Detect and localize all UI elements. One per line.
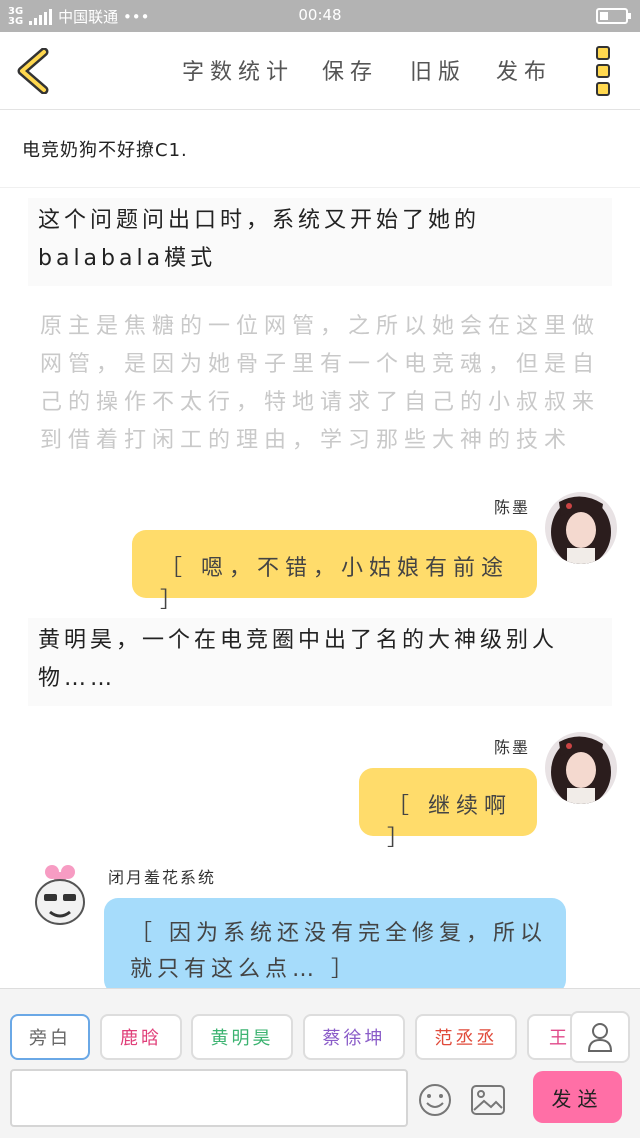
faded-line: 己的操作不太行，特地请求了自己的小叔叔来: [40, 390, 601, 415]
battery-icon: [596, 8, 631, 24]
status-bar: 3G 3G 中国联通 ••• 00:48: [0, 0, 640, 32]
story-title: 电竞奶狗不好撩C1.: [22, 140, 188, 161]
character-chip-caixukun[interactable]: 蔡徐坤: [303, 1014, 405, 1060]
character-chip-label: 旁白: [29, 1028, 71, 1049]
faded-line: 原主是焦糖的一位网管，之所以她会在这里做: [40, 314, 601, 339]
message-text: ［ 嗯，不错，小姑娘有前途 ］: [160, 556, 509, 613]
message-line: ［ 因为系统还没有完全修复，所以: [130, 921, 547, 946]
more-dot-icon: [596, 46, 610, 60]
narration-line: 黄明昊，一个在电竞圈中出了名的大神级别人: [38, 628, 559, 653]
faded-paragraph: 原主是焦糖的一位网管，之所以她会在这里做 网管，是因为她骨子里有一个电竞魂，但是…: [40, 308, 610, 460]
save-button[interactable]: 保存: [322, 54, 378, 86]
narration-line: 物……: [38, 666, 117, 691]
message-input[interactable]: [10, 1069, 408, 1127]
faded-line: 到借着打闲工的理由，学习那些大神的技术: [40, 428, 573, 453]
more-dot-icon: [596, 64, 610, 78]
user-icon: [587, 1023, 613, 1052]
user-button[interactable]: [570, 1011, 630, 1063]
more-dot-icon: [596, 82, 610, 96]
word-count-button[interactable]: 字数统计: [182, 54, 294, 86]
avatar[interactable]: [545, 732, 617, 804]
speaker-name: 闭月羞花系统: [108, 868, 217, 887]
more-menu-button[interactable]: [596, 46, 614, 96]
image-button[interactable]: [470, 1083, 506, 1117]
character-chip-label: 鹿晗: [120, 1028, 162, 1049]
top-toolbar: 字数统计 保存 旧版 发布: [0, 32, 640, 110]
chevron-left-icon: [17, 47, 49, 95]
composer-panel: 旁白 鹿晗 黄明昊 蔡徐坤 范丞丞 王 发送: [0, 988, 640, 1138]
character-chip-huangminghao[interactable]: 黄明昊: [191, 1014, 293, 1060]
faded-line: 网管，是因为她骨子里有一个电竞魂，但是自: [40, 352, 601, 377]
emoji-button[interactable]: [418, 1083, 452, 1117]
narration-line: 这个问题问出口时，系统又开始了她的: [38, 208, 481, 233]
message-bubble[interactable]: ［ 因为系统还没有完全修复，所以 就只有这么点… ］: [104, 898, 566, 994]
message-line: 就只有这么点… ］: [130, 957, 358, 982]
publish-button[interactable]: 发布: [496, 54, 552, 86]
speaker-name: 陈墨: [494, 498, 531, 517]
character-chip-fanchengcheng[interactable]: 范丞丞: [415, 1014, 517, 1060]
clock: 00:48: [298, 6, 342, 24]
send-button[interactable]: 发送: [533, 1071, 622, 1123]
girl-avatar-icon: [545, 492, 617, 564]
speaker-name: 陈墨: [494, 738, 531, 757]
image-icon: [471, 1085, 505, 1115]
message-text: ［ 继续啊 ］: [387, 794, 512, 851]
message-bubble[interactable]: ［ 继续啊 ］: [359, 768, 537, 851]
avatar[interactable]: [545, 492, 617, 564]
back-button[interactable]: [14, 47, 54, 95]
girl-avatar-icon: [545, 732, 617, 804]
cartoon-avatar-icon: [24, 858, 96, 930]
narration-line: balabala模式: [38, 246, 217, 271]
avatar[interactable]: [24, 858, 96, 930]
character-chip-label: 黄明昊: [210, 1028, 274, 1049]
battery-level: [600, 12, 608, 20]
smiley-icon: [419, 1084, 451, 1116]
character-chip-label: 王: [549, 1028, 570, 1049]
old-version-button[interactable]: 旧版: [410, 54, 466, 86]
message-bubble[interactable]: ［ 嗯，不错，小姑娘有前途 ］: [132, 530, 537, 613]
character-chip-label: 蔡徐坤: [322, 1028, 386, 1049]
character-chip-luhan[interactable]: 鹿晗: [100, 1014, 182, 1060]
character-chip-label: 范丞丞: [434, 1028, 498, 1049]
narration-block[interactable]: 黄明昊，一个在电竞圈中出了名的大神级别人 物……: [28, 618, 612, 706]
narration-block[interactable]: 这个问题问出口时，系统又开始了她的 balabala模式: [28, 198, 612, 286]
story-title-bar[interactable]: 电竞奶狗不好撩C1.: [0, 110, 640, 188]
character-chip-narrator[interactable]: 旁白: [10, 1014, 90, 1060]
